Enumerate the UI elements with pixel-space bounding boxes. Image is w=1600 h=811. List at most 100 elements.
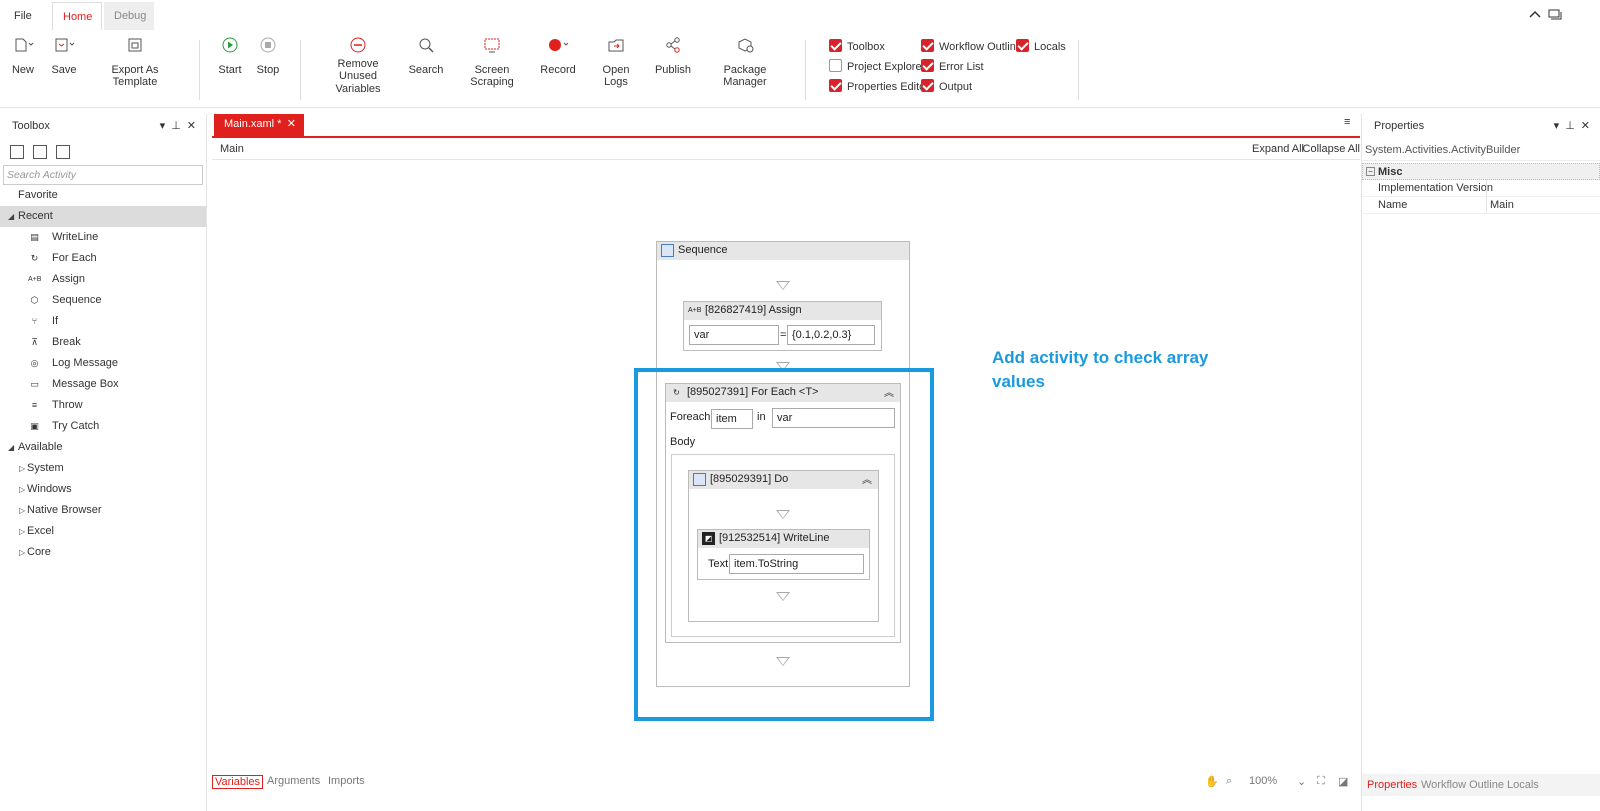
toolbox-item-log-message[interactable]: ◎ Log Message (0, 353, 206, 374)
checkbox-checked[interactable] (921, 39, 934, 52)
collapsed-arrow-icon[interactable]: ▷ (19, 521, 25, 542)
assign-to-field[interactable]: var (689, 325, 779, 345)
open-logs-button[interactable]: Open Logs (590, 36, 642, 88)
list-view-icon[interactable] (56, 145, 70, 159)
assign-header[interactable]: A+B [826827419] Assign (684, 302, 881, 320)
checkbox-checked[interactable] (1016, 39, 1029, 52)
toolbox-item-message-box[interactable]: ▭ Message Box (0, 374, 206, 395)
checkbox-checked[interactable] (829, 39, 842, 52)
dropdown-icon[interactable]: ▾ (1554, 120, 1560, 132)
collapse-icon[interactable]: − (1366, 167, 1375, 176)
tab-home[interactable]: Home (52, 2, 102, 30)
toolbox-group-excel[interactable]: ▷ Excel (0, 521, 206, 542)
zoom-dropdown-icon[interactable]: ⌄ (1297, 775, 1306, 788)
close-tab-icon[interactable]: ✕ (287, 114, 296, 134)
panel-toggle-project-explorer[interactable]: Project Explorer (829, 59, 925, 75)
menu-bar: File Home Debug (0, 0, 1600, 30)
screen-scraping-button[interactable]: Screen Scraping (456, 36, 528, 88)
panel-toggle-error-list[interactable]: Error List (921, 59, 984, 75)
package-manager-button[interactable]: Package Manager (704, 36, 786, 88)
toolbox-available[interactable]: ◢ Available (0, 437, 206, 458)
pan-hand-icon[interactable]: ✋ (1205, 775, 1219, 788)
record-button[interactable]: Record (540, 36, 576, 76)
zoom-icon[interactable]: ⌕ (1226, 775, 1232, 788)
pin-icon[interactable]: ⊥ (1565, 120, 1575, 132)
publish-button[interactable]: Publish (654, 36, 692, 76)
fit-to-screen-icon[interactable]: ⛶ (1317, 775, 1325, 788)
toolbox-item-break[interactable]: ⊼ Break (0, 332, 206, 353)
panel-toggle-output[interactable]: Output (921, 79, 972, 95)
collapse-all-icon[interactable] (33, 145, 47, 159)
close-icon[interactable]: ✕ (1581, 120, 1590, 132)
close-icon[interactable]: ✕ (187, 120, 196, 132)
tab-properties[interactable]: Properties (1367, 779, 1417, 791)
export-template-button[interactable]: Export As Template (92, 36, 178, 88)
stop-button[interactable]: Stop (256, 36, 280, 76)
dropdown-icon[interactable]: ▾ (160, 120, 166, 132)
tab-main-xaml[interactable]: Main.xaml * ✕ (214, 114, 304, 136)
toolbox-item-if[interactable]: ⑂ If (0, 311, 206, 332)
checkbox-checked[interactable] (829, 79, 842, 92)
collapsed-arrow-icon[interactable]: ▷ (19, 479, 25, 500)
collapsed-arrow-icon[interactable]: ▷ (19, 458, 25, 479)
checkbox-checked[interactable] (921, 79, 934, 92)
tab-debug[interactable]: Debug (104, 2, 154, 30)
tab-locals[interactable]: Locals (1507, 779, 1539, 791)
toolbox-group-core[interactable]: ▷ Core (0, 542, 206, 563)
zoom-level[interactable]: 100% (1249, 775, 1277, 787)
toolbox-item-writeline[interactable]: ▤ WriteLine (0, 227, 206, 248)
properties-category[interactable]: − Misc (1362, 163, 1600, 180)
expanded-arrow-icon[interactable]: ◢ (8, 437, 14, 458)
toolbox-item-sequence[interactable]: ⬡ Sequence (0, 290, 206, 311)
expand-all-button[interactable]: Expand All (1252, 143, 1304, 155)
menu-file[interactable]: File (4, 2, 42, 30)
start-button[interactable]: Start (218, 36, 242, 76)
expand-all-icon[interactable] (10, 145, 24, 159)
toolbox-recent[interactable]: ◢ Recent (0, 206, 206, 227)
checkbox-checked[interactable] (921, 59, 934, 72)
expanded-arrow-icon[interactable]: ◢ (8, 206, 14, 227)
tab-variables[interactable]: Variables (212, 775, 264, 789)
tab-imports[interactable]: Imports (328, 775, 365, 787)
toolbox-group-windows[interactable]: ▷ Windows (0, 479, 206, 500)
drop-target-arrow-icon[interactable] (776, 281, 790, 290)
property-row[interactable]: Name Main (1362, 197, 1600, 214)
designer-breadcrumb-bar: Main Expand All Collapse All (212, 138, 1360, 160)
pin-icon[interactable]: ⊥ (171, 120, 181, 132)
panel-toggle-workflow-outline[interactable]: Workflow Outline (921, 39, 1022, 55)
collapsed-arrow-icon[interactable]: ▷ (19, 542, 25, 563)
highlight-box (634, 368, 934, 721)
remove-unused-variables-button[interactable]: Remove Unused Variables (318, 36, 398, 95)
toolbox-favorite[interactable]: Favorite (0, 185, 206, 206)
toolbox-item-foreach[interactable]: ↻ For Each (0, 248, 206, 269)
breadcrumb[interactable]: Main (220, 143, 244, 155)
toolbox-group-system[interactable]: ▷ System (0, 458, 206, 479)
sequence-icon: ⬡ (30, 295, 39, 305)
save-button[interactable]: Save (50, 36, 78, 76)
template-icon (128, 38, 142, 52)
new-button[interactable]: New (10, 36, 36, 76)
toolbox-item-throw[interactable]: ≡ Throw (0, 395, 206, 416)
property-row[interactable]: Implementation Version (1362, 180, 1600, 197)
panel-toggle-locals[interactable]: Locals (1016, 39, 1066, 55)
tab-workflow-outline[interactable]: Workflow Outline (1421, 779, 1504, 791)
properties-title: Properties (1374, 120, 1425, 132)
search-button[interactable]: Search (408, 36, 444, 76)
toolbox-group-native-browser[interactable]: ▷ Native Browser (0, 500, 206, 521)
collapse-ribbon-icon[interactable] (1528, 8, 1542, 22)
search-activity-input[interactable]: Search Activity (3, 165, 203, 185)
record-icon (549, 39, 569, 51)
checkbox-unchecked[interactable] (829, 59, 842, 72)
collapse-all-button[interactable]: Collapse All (1303, 143, 1360, 155)
panel-toggle-properties-editor[interactable]: Properties Editor (829, 79, 929, 95)
collapsed-arrow-icon[interactable]: ▷ (19, 500, 25, 521)
feedback-icon[interactable] (1548, 8, 1562, 22)
panel-toggle-toolbox[interactable]: Toolbox (829, 39, 885, 55)
tab-overflow-icon[interactable]: ≡ (1344, 116, 1350, 128)
toolbox-item-try-catch[interactable]: ▣ Try Catch (0, 416, 206, 437)
tab-arguments[interactable]: Arguments (267, 775, 320, 787)
sequence-header[interactable]: Sequence (657, 242, 909, 260)
toolbox-item-assign[interactable]: A+B Assign (0, 269, 206, 290)
overview-icon[interactable]: ◪ (1338, 775, 1348, 788)
assign-value-field[interactable]: {0.1,0.2,0.3} (787, 325, 875, 345)
